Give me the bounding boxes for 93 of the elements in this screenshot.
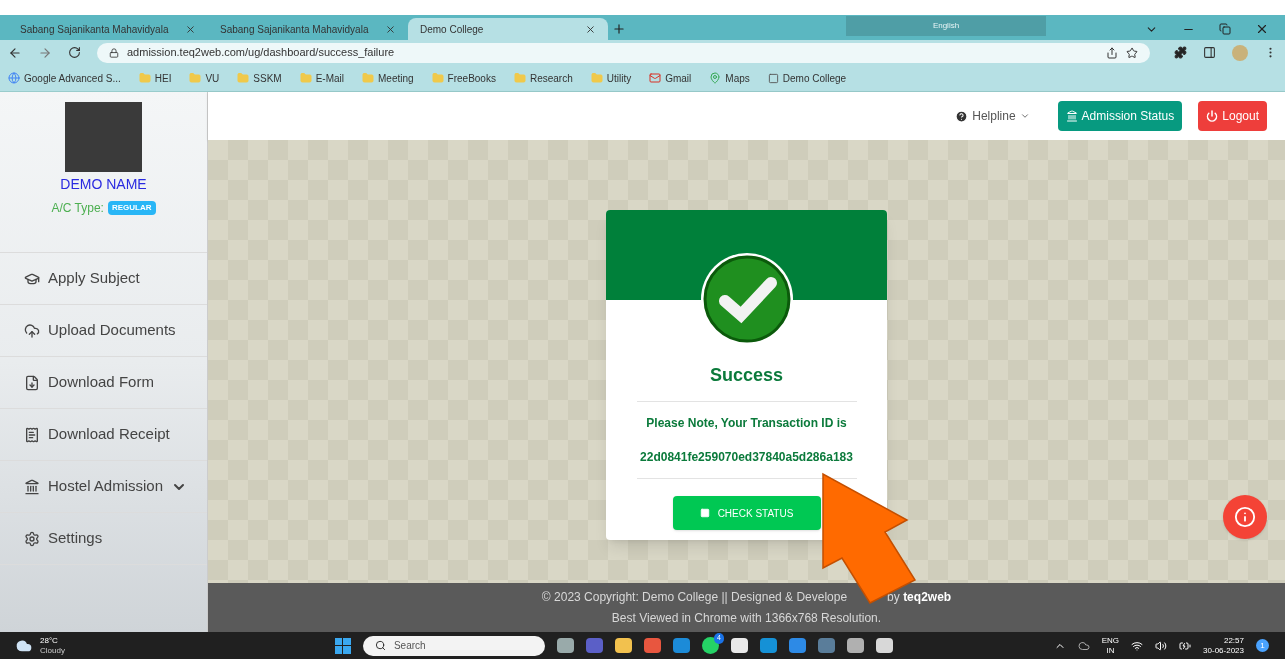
tab-title: Demo College bbox=[420, 22, 485, 37]
folder-icon bbox=[590, 72, 603, 84]
taskbar-app-icon[interactable] bbox=[556, 638, 574, 653]
clock-date[interactable]: 30-06-2023 bbox=[1203, 645, 1244, 656]
menu-item-icon bbox=[24, 530, 40, 547]
site-icon bbox=[767, 72, 779, 84]
map-pin-icon bbox=[709, 72, 722, 84]
folder-icon bbox=[189, 72, 202, 84]
chat-app-icon[interactable] bbox=[701, 637, 719, 654]
info-icon bbox=[1234, 506, 1256, 528]
copyright-text: © 2023 Copyright: Demo College || Designed & Develope bbox=[541, 589, 848, 606]
start-icon[interactable] bbox=[334, 637, 351, 654]
helpline-dropdown[interactable]: Helpline bbox=[955, 107, 1030, 125]
sidebar-item[interactable]: Upload Documents bbox=[0, 305, 207, 357]
bookmark-link[interactable]: Maps bbox=[725, 70, 750, 86]
side-panel-icon[interactable] bbox=[1203, 46, 1216, 59]
logout-button[interactable]: Logout bbox=[1198, 101, 1267, 131]
tab-title: Sabang Sajanikanta Mahavidyala bbox=[20, 22, 170, 37]
weather-text: Cloudy bbox=[40, 645, 65, 656]
folder-icon bbox=[431, 72, 444, 84]
bookmark-link[interactable]: E-Mail bbox=[315, 70, 344, 86]
account-type-label: A/C Type: bbox=[51, 200, 104, 217]
bookmark-link[interactable]: Gmail bbox=[665, 70, 692, 86]
info-button[interactable] bbox=[1223, 495, 1267, 539]
tab-title: Sabang Sajanikanta Mahavidyala bbox=[220, 22, 370, 37]
bookmark-link[interactable]: Research bbox=[529, 70, 573, 86]
account-type-badge: REGULAR bbox=[107, 201, 156, 215]
caret-icon bbox=[1019, 111, 1030, 121]
close-icon[interactable] bbox=[185, 23, 196, 35]
folder-icon bbox=[299, 72, 312, 84]
transaction-note: Please Note, Your Transaction ID is bbox=[646, 415, 847, 432]
cloud-icon[interactable] bbox=[1077, 639, 1090, 652]
url-text: admission.teq2web.com/ug/dashboard/success_failure bbox=[127, 45, 396, 61]
restore-icon[interactable] bbox=[1219, 23, 1231, 35]
search-icon bbox=[374, 640, 386, 651]
folder-icon bbox=[362, 72, 374, 84]
bookmark-star-icon[interactable] bbox=[1126, 46, 1138, 59]
bookmark-link[interactable]: VU bbox=[205, 70, 220, 86]
back-icon[interactable] bbox=[8, 45, 22, 60]
share-icon[interactable] bbox=[1106, 46, 1118, 59]
browser-tab[interactable]: Demo College bbox=[408, 18, 608, 40]
close-icon[interactable] bbox=[1255, 22, 1269, 36]
taskbar-app-icon[interactable] bbox=[846, 638, 864, 653]
sidebar-item[interactable]: Apply Subject bbox=[0, 253, 207, 305]
lock-icon bbox=[109, 47, 119, 58]
bookmark-link[interactable]: Utility bbox=[606, 70, 632, 86]
menu-item-icon bbox=[24, 374, 40, 391]
close-icon[interactable] bbox=[385, 23, 396, 35]
bookmark-link[interactable]: HEI bbox=[154, 70, 172, 86]
transaction-id: 22d0841fe259070ed37840a5d286a183 bbox=[640, 449, 853, 466]
temperature: 28°C bbox=[40, 635, 59, 646]
extensions-icon[interactable] bbox=[1174, 46, 1187, 59]
sidebar-item[interactable]: Hostel Admission bbox=[0, 461, 207, 513]
bookmark-link[interactable]: SSKM bbox=[253, 70, 282, 86]
help-icon bbox=[955, 109, 969, 123]
admission-status-button[interactable]: Admission Status bbox=[1057, 101, 1183, 131]
forward-icon[interactable] bbox=[38, 45, 52, 60]
folder-icon bbox=[138, 72, 151, 84]
sidebar-item[interactable]: Settings bbox=[0, 513, 207, 565]
volume-icon[interactable] bbox=[1155, 639, 1168, 652]
bookmark-link[interactable]: FreeBooks bbox=[447, 70, 496, 86]
reload-icon[interactable] bbox=[68, 46, 81, 59]
region-indicator[interactable]: IN bbox=[1106, 645, 1115, 656]
clock-time[interactable]: 22:57 bbox=[1223, 635, 1244, 646]
sidebar-item[interactable]: Download Receipt bbox=[0, 409, 207, 461]
taskbar-app-icon[interactable] bbox=[730, 638, 748, 653]
menu-item-icon bbox=[24, 478, 40, 495]
search-field[interactable]: Search bbox=[362, 635, 545, 656]
wifi-icon[interactable] bbox=[1131, 639, 1144, 652]
folder-icon bbox=[513, 72, 526, 84]
browser-tab[interactable]: Sabang Sajanikanta Mahavidyala bbox=[8, 18, 208, 40]
taskbar-app-icon[interactable] bbox=[875, 638, 893, 653]
resolution-note: Best Viewed in Chrome with 1366x768 Resolution. bbox=[611, 610, 882, 627]
menu-item-icon bbox=[24, 426, 40, 443]
bookmark-link[interactable]: Meeting bbox=[378, 70, 414, 86]
bookmark-link[interactable]: Google Advanced S... bbox=[24, 70, 121, 86]
bookmark-link[interactable]: Demo College bbox=[782, 70, 847, 86]
taskbar-app-icon[interactable] bbox=[614, 638, 632, 653]
browser-tab[interactable]: Sabang Sajanikanta Mahavidyala bbox=[208, 18, 408, 40]
address-field[interactable]: admission.teq2web.com/ug/dashboard/success_failure bbox=[97, 42, 1150, 63]
sidebar-item[interactable]: Download Form bbox=[0, 357, 207, 409]
power-icon bbox=[1206, 110, 1219, 122]
language-indicator[interactable]: ENG bbox=[1101, 635, 1120, 646]
mail-icon bbox=[649, 72, 662, 84]
close-icon[interactable] bbox=[585, 23, 596, 35]
folder-icon bbox=[237, 72, 250, 84]
google-icon bbox=[8, 72, 20, 84]
menu-item-icon bbox=[24, 322, 40, 339]
bank-icon bbox=[1065, 110, 1078, 122]
new-tab-icon[interactable] bbox=[612, 22, 626, 36]
user-name: DEMO NAME bbox=[60, 175, 147, 194]
success-title: Success bbox=[709, 364, 784, 387]
square-icon bbox=[699, 508, 710, 518]
